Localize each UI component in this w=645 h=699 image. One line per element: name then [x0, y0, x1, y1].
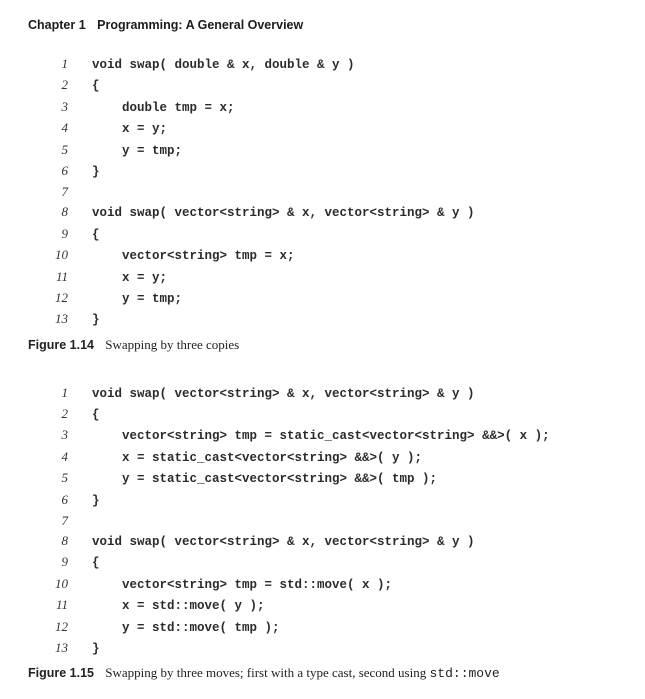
code-line: 1void swap( vector<string> & x, vector<s… [28, 383, 617, 404]
code-text: } [92, 163, 100, 182]
code-line: 4 x = static_cast<vector<string> &&>( y … [28, 447, 617, 468]
chapter-title: Programming: A General Overview [97, 18, 303, 32]
code-line: 11 x = y; [28, 267, 617, 288]
figure-caption-1: Figure 1.14 Swapping by three copies [28, 337, 617, 353]
code-text: x = y; [92, 269, 167, 288]
line-number: 6 [28, 490, 92, 510]
code-line: 11 x = std::move( y ); [28, 595, 617, 616]
code-line: 6} [28, 161, 617, 182]
code-listing-1: 1void swap( double & x, double & y )2{3 … [28, 54, 617, 331]
line-number: 6 [28, 161, 92, 181]
code-line: 10 vector<string> tmp = std::move( x ); [28, 574, 617, 595]
line-number: 8 [28, 202, 92, 222]
line-number: 13 [28, 309, 92, 329]
line-number: 1 [28, 54, 92, 74]
line-number: 9 [28, 552, 92, 572]
code-text: vector<string> tmp = std::move( x ); [92, 576, 392, 595]
line-number: 12 [28, 288, 92, 308]
line-number: 13 [28, 638, 92, 658]
code-text: y = static_cast<vector<string> &&>( tmp … [92, 470, 437, 489]
figure-label: Figure 1.14 [28, 338, 94, 352]
code-line: 6} [28, 490, 617, 511]
code-line: 13} [28, 309, 617, 330]
code-text: } [92, 311, 100, 330]
code-text: double tmp = x; [92, 99, 235, 118]
code-text: void swap( vector<string> & x, vector<st… [92, 204, 475, 223]
code-text: x = static_cast<vector<string> &&>( y ); [92, 449, 422, 468]
code-text: x = y; [92, 120, 167, 139]
code-text: vector<string> tmp = x; [92, 247, 295, 266]
line-number: 3 [28, 97, 92, 117]
code-line: 4 x = y; [28, 118, 617, 139]
code-text: void swap( vector<string> & x, vector<st… [92, 533, 475, 552]
line-number: 3 [28, 425, 92, 445]
code-text: } [92, 492, 100, 511]
code-text: y = std::move( tmp ); [92, 619, 280, 638]
figure-caption-2: Figure 1.15 Swapping by three moves; fir… [28, 665, 617, 681]
line-number: 11 [28, 595, 92, 615]
line-number: 4 [28, 118, 92, 138]
code-line: 12 y = std::move( tmp ); [28, 617, 617, 638]
line-number: 5 [28, 140, 92, 160]
code-line: 2{ [28, 75, 617, 96]
code-line: 7 [28, 182, 617, 202]
line-number: 9 [28, 224, 92, 244]
code-line: 7 [28, 511, 617, 531]
code-line: 8void swap( vector<string> & x, vector<s… [28, 531, 617, 552]
code-text: vector<string> tmp = static_cast<vector<… [92, 427, 550, 446]
line-number: 2 [28, 75, 92, 95]
line-number: 5 [28, 468, 92, 488]
code-line: 1void swap( double & x, double & y ) [28, 54, 617, 75]
code-text: void swap( vector<string> & x, vector<st… [92, 385, 475, 404]
code-line: 9{ [28, 552, 617, 573]
figure-text: Swapping by three moves; first with a ty… [105, 665, 429, 680]
line-number: 12 [28, 617, 92, 637]
code-text: { [92, 226, 100, 245]
line-number: 8 [28, 531, 92, 551]
figure-text: Swapping by three copies [105, 337, 239, 352]
line-number: 10 [28, 574, 92, 594]
chapter-header: Chapter 1 Programming: A General Overvie… [28, 18, 617, 32]
code-line: 5 y = static_cast<vector<string> &&>( tm… [28, 468, 617, 489]
figure-label: Figure 1.15 [28, 666, 94, 680]
line-number: 4 [28, 447, 92, 467]
chapter-number: Chapter 1 [28, 18, 86, 32]
code-line: 10 vector<string> tmp = x; [28, 245, 617, 266]
code-line: 3 vector<string> tmp = static_cast<vecto… [28, 425, 617, 446]
code-line: 2{ [28, 404, 617, 425]
code-line: 5 y = tmp; [28, 140, 617, 161]
code-text: { [92, 554, 100, 573]
code-text: { [92, 77, 100, 96]
code-text: { [92, 406, 100, 425]
code-line: 13} [28, 638, 617, 659]
code-text: x = std::move( y ); [92, 597, 265, 616]
code-line: 12 y = tmp; [28, 288, 617, 309]
figure-text-mono: std::move [429, 666, 499, 681]
code-text: y = tmp; [92, 142, 182, 161]
line-number: 1 [28, 383, 92, 403]
line-number: 7 [28, 511, 92, 531]
line-number: 11 [28, 267, 92, 287]
code-line: 9{ [28, 224, 617, 245]
line-number: 10 [28, 245, 92, 265]
line-number: 2 [28, 404, 92, 424]
code-text: y = tmp; [92, 290, 182, 309]
code-listing-2: 1void swap( vector<string> & x, vector<s… [28, 383, 617, 660]
code-line: 3 double tmp = x; [28, 97, 617, 118]
code-text: void swap( double & x, double & y ) [92, 56, 355, 75]
code-line: 8void swap( vector<string> & x, vector<s… [28, 202, 617, 223]
line-number: 7 [28, 182, 92, 202]
